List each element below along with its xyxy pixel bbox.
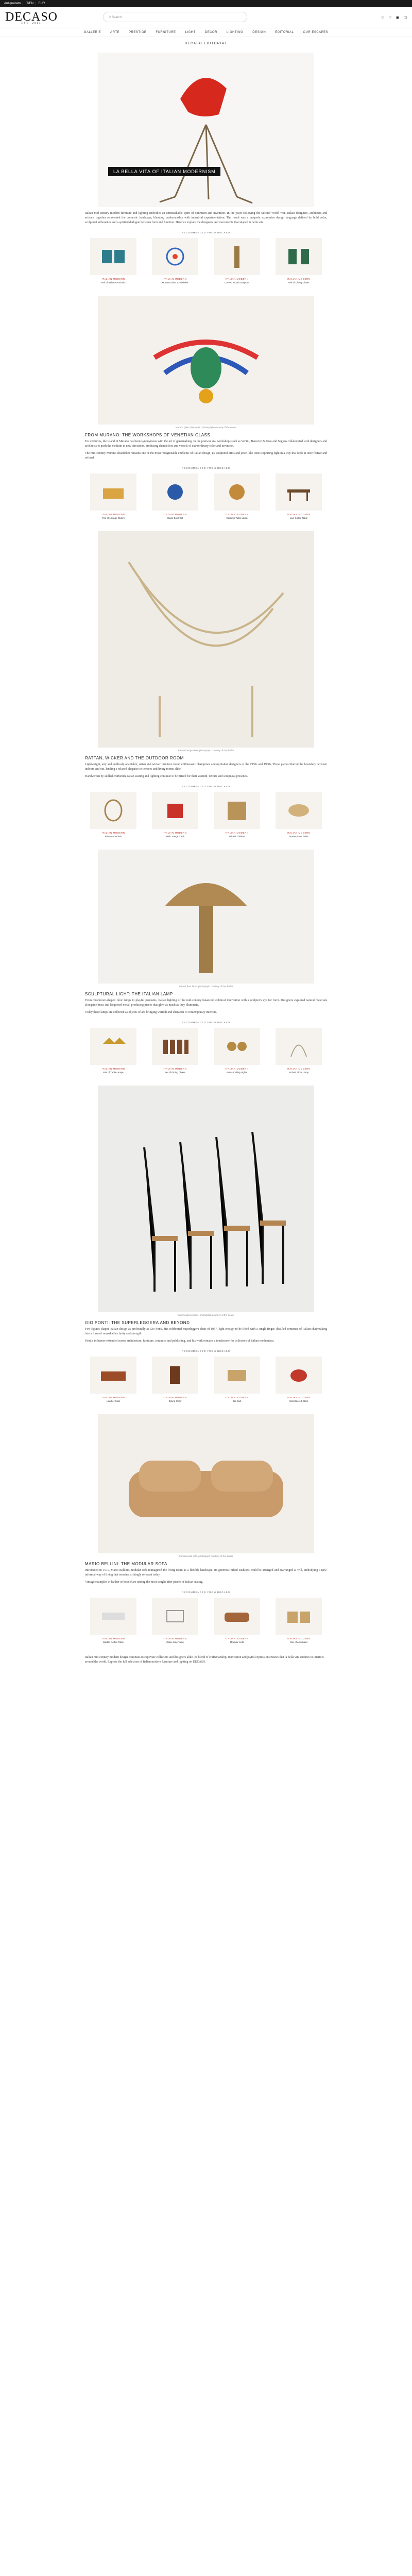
product-card[interactable]: ITALIAN MODERN Upholstered Stool bbox=[276, 1357, 322, 1403]
cart-icon[interactable]: ◫ bbox=[403, 15, 407, 20]
chairs-image bbox=[98, 1086, 314, 1312]
nav-item[interactable]: LIGHTING bbox=[227, 31, 243, 34]
product-card[interactable]: ITALIAN MODERN Carved Wood Sculpture bbox=[214, 238, 260, 284]
section-title: RATTAN, WICKER AND THE OUTDOOR ROOM bbox=[85, 756, 184, 760]
product-card[interactable]: ITALIAN MODERN Bar Cart bbox=[214, 1357, 260, 1403]
product-grid: ITALIAN MODERN Pair of Lounge Chairs ITAL… bbox=[85, 473, 327, 520]
product-card[interactable]: ITALIAN MODERN Pair of Lounge Chairs bbox=[90, 473, 136, 520]
product-card[interactable]: ITALIAN MODERN Red Lounge Chair bbox=[152, 792, 198, 838]
nav-item[interactable]: OUR ESCAPES bbox=[303, 31, 328, 34]
chandelier-image bbox=[98, 296, 314, 425]
rec-heading: RECOMMENDED FROM DECASO bbox=[181, 1591, 230, 1594]
sofa-illustration bbox=[129, 1461, 283, 1517]
product-card[interactable]: ITALIAN MODERN Wicker Cabinet bbox=[214, 792, 260, 838]
product-card[interactable]: ITALIAN MODERN Pair of Table Lamps bbox=[90, 1028, 136, 1074]
product-card[interactable]: ITALIAN MODERN Rattan Armchair bbox=[90, 792, 136, 838]
lamp-illustration bbox=[159, 78, 253, 204]
nav-item[interactable]: DECOR bbox=[205, 31, 217, 34]
language-switch[interactable]: IT/EN bbox=[26, 2, 33, 5]
product-card[interactable]: ITALIAN MODERN Modular Sofa bbox=[214, 1598, 260, 1644]
product-card[interactable]: ITALIAN MODERN Ceramic Table Lamp bbox=[214, 473, 260, 520]
section-title: MARIO BELLINI: THE MODULAR SOFA bbox=[85, 1562, 167, 1566]
product-card[interactable]: ITALIAN MODERN Murano Glass Chandelier bbox=[152, 238, 198, 284]
article: DECASO EDITORIAL LA BELLA VITA OF ITALIA… bbox=[85, 42, 327, 1665]
product-card[interactable]: ITALIAN MODERN Brass Ceiling Lights bbox=[214, 1028, 260, 1074]
nav-item[interactable]: LIGHT bbox=[185, 31, 196, 34]
section-title: SCULPTURAL LIGHT: THE ITALIAN LAMP bbox=[85, 992, 173, 996]
heart-icon[interactable]: ♡ bbox=[388, 15, 391, 20]
site-header: DECASO EST. 2014 ⚲ Search ☉ ♡ ▣ ◫ bbox=[0, 7, 412, 28]
section-text: Few figures shaped Italian design as pro… bbox=[85, 1328, 327, 1335]
section-text: The mid-century Murano chandelier remain… bbox=[85, 452, 327, 460]
chairs-illustration bbox=[143, 1131, 286, 1292]
product-card[interactable]: ITALIAN MODERN Pair of Italian Armchairs bbox=[90, 238, 136, 284]
hero-image: LA BELLA VITA OF ITALIAN MODERNISM bbox=[98, 53, 314, 207]
mushroom-lamp-illustration bbox=[165, 883, 247, 973]
section-text: From mushroom-shaped floor lamps to play… bbox=[85, 999, 327, 1007]
rec-heading: RECOMMENDED FROM DECASO bbox=[181, 467, 230, 469]
intro-text: Italian mid-century modern furniture and… bbox=[85, 212, 327, 224]
nav-item[interactable]: ARTE bbox=[110, 31, 119, 34]
section-title: FROM MURANO: THE WORKSHOPS OF VENETIAN G… bbox=[85, 433, 211, 437]
rattan-image bbox=[98, 531, 314, 748]
product-card[interactable]: ITALIAN MODERN Low Coffee Table bbox=[276, 473, 322, 520]
image-credit: Wicker floor lamp, photograph courtesy o… bbox=[179, 985, 233, 988]
product-grid: ITALIAN MODERN Rattan Armchair ITALIAN MO… bbox=[85, 792, 327, 838]
closing-text: Italian mid-century modern design contin… bbox=[85, 1656, 324, 1664]
hero-title: LA BELLA VITA OF ITALIAN MODERNISM bbox=[108, 167, 221, 176]
section-text: Handwoven by skilled craftsmen, rattan s… bbox=[85, 775, 248, 778]
product-card[interactable]: ITALIAN MODERN Set of Dining Chairs bbox=[152, 1028, 198, 1074]
currency-switch[interactable]: EUR bbox=[39, 2, 45, 5]
product-card[interactable]: ITALIAN MODERN Pair of Armchairs bbox=[276, 1598, 322, 1644]
section-title: GIO PONTI: THE SUPERLEGGERA AND BEYOND bbox=[85, 1320, 190, 1325]
section-text: For centuries, the island of Murano has … bbox=[85, 440, 327, 448]
image-credit: Superleggera chairs, photograph courtesy… bbox=[177, 1314, 235, 1316]
product-card[interactable]: ITALIAN MODERN Glass Side Table bbox=[152, 1598, 198, 1644]
section-text: Ponti's influence extended across archit… bbox=[85, 1340, 274, 1343]
rec-heading: RECOMMENDED FROM DECASO bbox=[181, 785, 230, 788]
product-card[interactable]: ITALIAN MODERN Dining Chair bbox=[152, 1357, 198, 1403]
image-credit: Murano glass chandelier, photograph cour… bbox=[175, 426, 237, 429]
rec-heading: RECOMMENDED FROM DECASO bbox=[181, 1350, 230, 1352]
top-bar: Antiquariato | IT/EN | EUR bbox=[0, 0, 412, 7]
nav-item[interactable]: PRESTIGE bbox=[129, 31, 146, 34]
rattan-illustration bbox=[128, 561, 284, 737]
topbar-item[interactable]: Antiquariato bbox=[4, 2, 21, 5]
section-text: Lightweight, airy and endlessly adaptabl… bbox=[85, 763, 327, 771]
lamp-image bbox=[98, 850, 314, 984]
product-grid: ITALIAN MODERN Pair of Table Lamps ITALIA… bbox=[85, 1028, 327, 1074]
product-card[interactable]: ITALIAN MODERN Arched Floor Lamp bbox=[276, 1028, 322, 1074]
section-text: Vintage examples in leather or bouclé ar… bbox=[85, 1581, 203, 1584]
product-card[interactable]: ITALIAN MODERN Pair of Dining Chairs bbox=[276, 238, 322, 284]
rec-heading: RECOMMENDED FROM DECASO bbox=[181, 231, 230, 234]
product-card[interactable]: ITALIAN MODERN Marble Coffee Table bbox=[90, 1598, 136, 1644]
nav-item[interactable]: FURNITURE bbox=[156, 31, 176, 34]
main-nav: GALLERIE ARTE PRESTIGE FURNITURE LIGHT D… bbox=[0, 28, 412, 37]
nav-item[interactable]: GALLERIE bbox=[84, 31, 101, 34]
image-credit: Camaleonda sofa, photograph courtesy of … bbox=[179, 1555, 233, 1557]
image-credit: Rattan lounge chair, photograph courtesy… bbox=[178, 749, 234, 752]
bag-icon[interactable]: ▣ bbox=[396, 15, 400, 20]
login-icon[interactable]: ☉ bbox=[381, 15, 384, 20]
nav-item[interactable]: DESIGN bbox=[252, 31, 266, 34]
breadcrumb[interactable]: DECASO EDITORIAL bbox=[85, 42, 327, 45]
search-input[interactable]: ⚲ Search bbox=[103, 12, 247, 22]
product-card[interactable]: ITALIAN MODERN Glass Bowl Set bbox=[152, 473, 198, 520]
product-grid: ITALIAN MODERN Marble Coffee Table ITALIA… bbox=[85, 1598, 327, 1644]
section-text: Today these lamps are collected as objec… bbox=[85, 1011, 217, 1014]
section-text: Introduced in 1970, Mario Bellini's modu… bbox=[85, 1569, 327, 1577]
nav-item[interactable]: EDITORIAL bbox=[275, 31, 294, 34]
product-grid: ITALIAN MODERN Leather Sofa ITALIAN MODER… bbox=[85, 1357, 327, 1403]
product-grid: ITALIAN MODERN Pair of Italian Armchairs … bbox=[85, 238, 327, 284]
logo[interactable]: DECASO EST. 2014 bbox=[5, 10, 58, 25]
product-card[interactable]: ITALIAN MODERN Rattan Side Table bbox=[276, 792, 322, 838]
chandelier-illustration bbox=[153, 340, 259, 403]
rec-heading: RECOMMENDED FROM DECASO bbox=[181, 1021, 230, 1024]
sofa-image bbox=[98, 1414, 314, 1553]
product-card[interactable]: ITALIAN MODERN Leather Sofa bbox=[90, 1357, 136, 1403]
